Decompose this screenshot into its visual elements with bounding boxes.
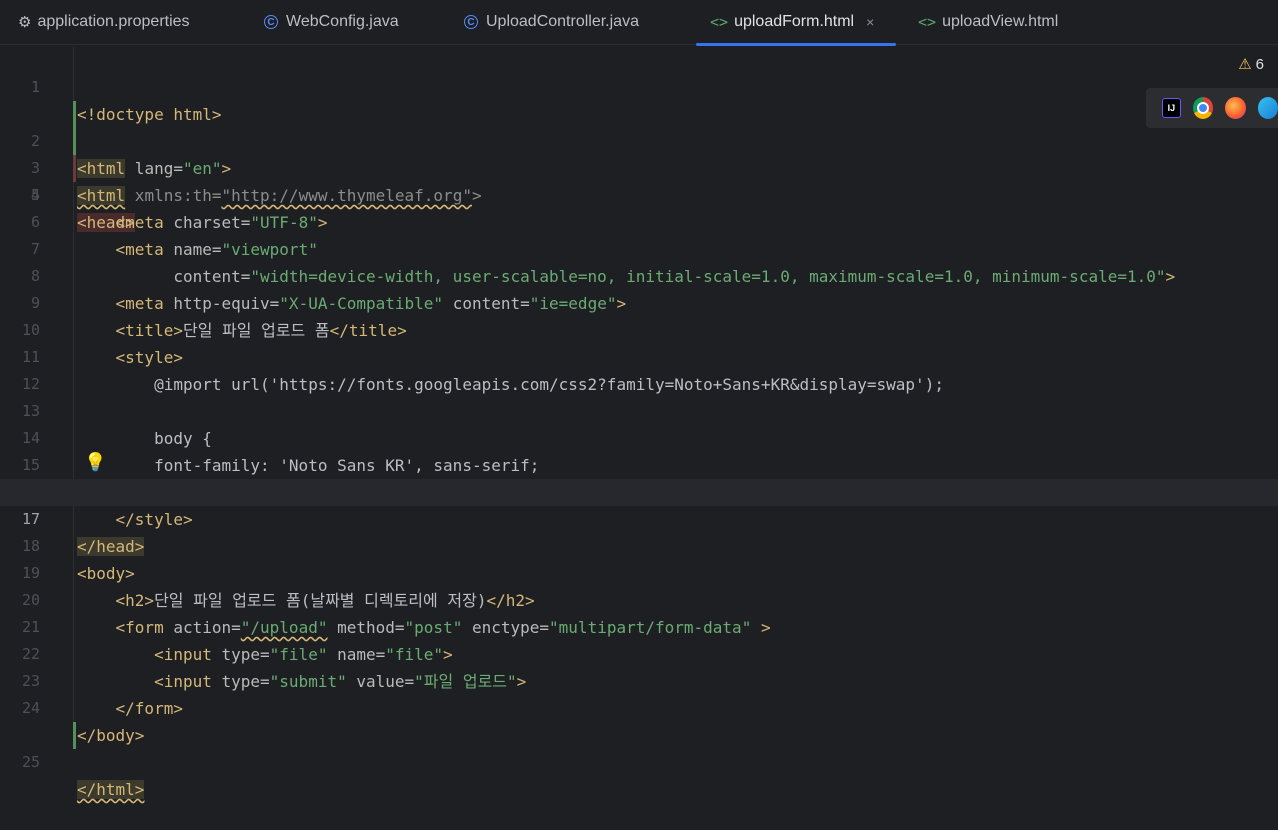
code-line[interactable]: 5 <meta charset="UTF-8"> [0,155,1278,232]
tab-label: UploadController.java [486,13,639,30]
code-line[interactable]: 14 font-family: 'Noto Sans KR', sans-ser… [0,398,1278,475]
code-line[interactable]: 20 <form action="/upload" method="post" … [0,560,1278,637]
code-line[interactable]: 6 <meta name="viewport" [0,182,1278,259]
java-class-icon: C [464,15,478,29]
firefox-icon[interactable] [1225,97,1246,119]
code-line[interactable]: 24 </body> [0,668,1278,745]
code-line[interactable]: 15 } [0,425,1278,502]
tab-uploadform-html[interactable]: <> uploadForm.html × [695,0,897,46]
html-file-icon: <> [710,13,729,31]
code-editor[interactable]: 1 <!doctype html> 2 <html lang="en"> 3 <… [0,47,1278,799]
code-token: </body> [77,726,145,745]
code-line[interactable]: 16 </style> [0,452,1278,529]
lightbulb-icon[interactable]: 💡 [84,452,106,473]
code-line[interactable]: 19 <h2>단일 파일 업로드 폼(날짜별 디렉토리에 저장)</h2> [0,533,1278,610]
code-line[interactable]: 10 <style> [0,290,1278,367]
code-line[interactable]: 23 </form> [0,641,1278,718]
code-token: </html> [77,780,145,799]
editor-tab-bar: ⚙ application.properties C WebConfig.jav… [0,0,1278,46]
tab-uploadcontroller-java[interactable]: C UploadController.java [464,0,639,44]
tab-label: WebConfig.java [286,13,399,30]
code-line[interactable]: 4 <head> [0,128,1278,232]
code-line[interactable]: 1 <!doctype html> [0,47,1278,124]
code-line[interactable]: 2 <html lang="en"> [0,74,1278,178]
tab-uploadview-html[interactable]: <> uploadView.html [918,0,1058,44]
code-line[interactable]: 21 <input type="file" name="file"> [0,587,1278,664]
warning-icon: ⚠ [1238,56,1252,73]
intellij-icon[interactable]: IJ [1162,98,1181,118]
code-line[interactable]: 25 </html> [0,695,1278,799]
code-line[interactable]: 18 <body> [0,506,1278,583]
gear-icon: ⚙ [18,14,32,31]
browser-preview-bar: IJ [1146,88,1278,128]
tab-label: application.properties [37,13,190,30]
close-icon[interactable]: × [866,14,874,30]
edge-icon[interactable] [1257,97,1278,119]
code-line[interactable]: 11 @import url('https://fonts.googleapis… [0,317,1278,394]
chrome-icon[interactable] [1192,97,1214,119]
code-line[interactable]: 7 content="width=device-width, user-scal… [0,209,1278,286]
line-number: 25 [21,753,40,771]
change-marker [73,722,76,749]
code-line[interactable]: 3 <html xmlns:th="http://www.thymeleaf.o… [0,101,1278,205]
tab-label: uploadForm.html [734,13,855,30]
tab-webconfig-java[interactable]: C WebConfig.java [264,0,399,44]
warnings-indicator[interactable]: ⚠ 6 [1238,55,1264,74]
html-file-icon: <> [918,13,937,31]
code-line[interactable]: 8 <meta http-equiv="X-UA-Compatible" con… [0,236,1278,313]
java-class-icon: C [264,15,278,29]
code-line[interactable]: 12 [0,344,1278,393]
code-line-current[interactable]: 17 </head> [0,479,1278,556]
tab-application-properties[interactable]: ⚙ application.properties [18,0,190,44]
code-line[interactable]: 9 <title>단일 파일 업로드 폼</title> [0,263,1278,340]
warning-count: 6 [1255,55,1264,73]
tab-label: uploadView.html [942,13,1059,30]
code-line[interactable]: 13 body { [0,371,1278,448]
code-line[interactable]: 22 <input type="submit" value="파일 업로드"> [0,614,1278,691]
